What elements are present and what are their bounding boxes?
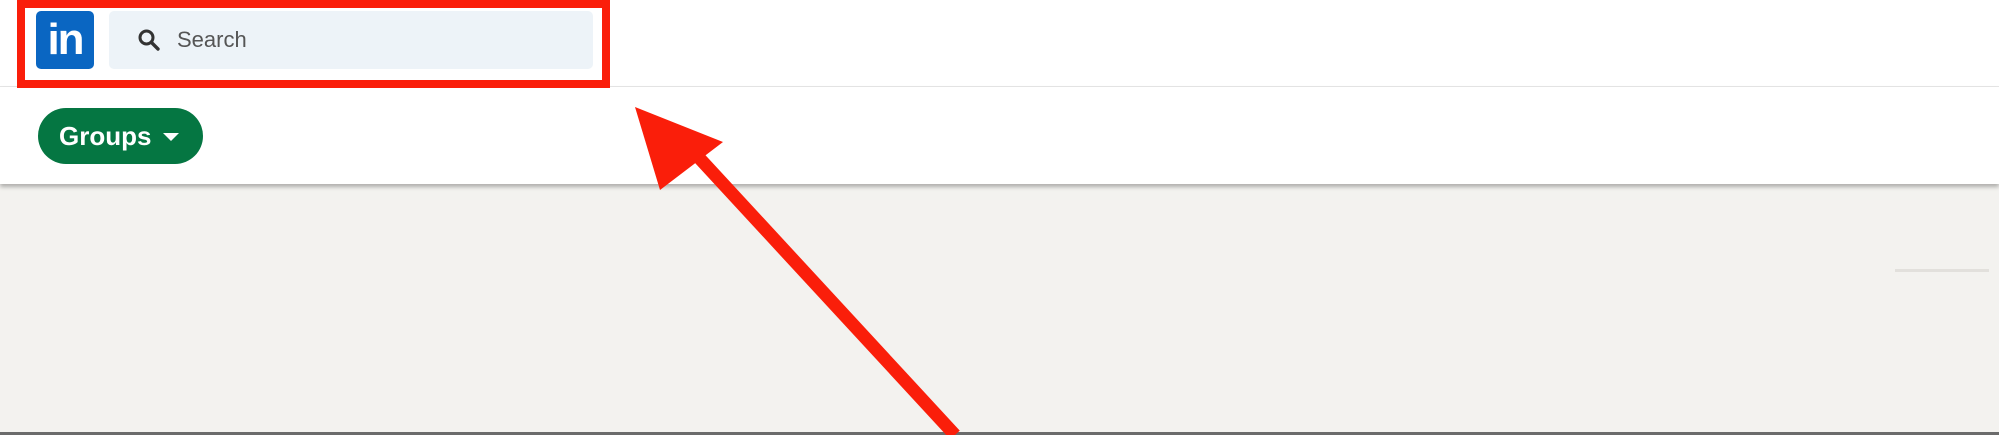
- groups-button-label: Groups: [59, 120, 152, 151]
- groups-dropdown-button[interactable]: Groups: [38, 108, 204, 164]
- logo-text: in: [47, 15, 84, 64]
- linkedin-logo[interactable]: in: [36, 11, 94, 69]
- search-bar[interactable]: [109, 11, 593, 69]
- global-nav: in: [0, 0, 1999, 87]
- sub-nav: Groups: [0, 87, 1999, 184]
- divider: [1895, 269, 1989, 272]
- search-icon: [135, 26, 163, 54]
- caret-down-icon: [163, 133, 180, 141]
- page: in Groups: [0, 0, 1999, 435]
- search-input[interactable]: [177, 20, 557, 60]
